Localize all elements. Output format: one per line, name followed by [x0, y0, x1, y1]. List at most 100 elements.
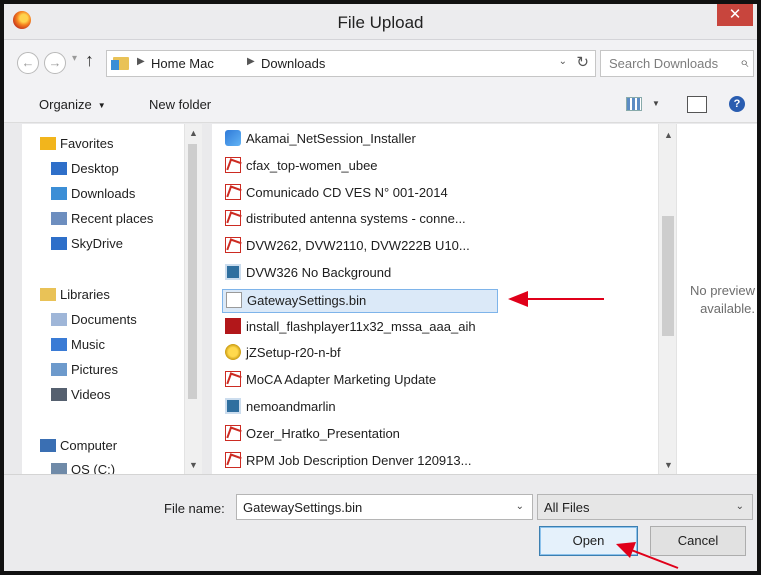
search-input[interactable]: Search Downloads ⌕ [600, 50, 754, 77]
annotation-arrow-selected-file [508, 291, 604, 307]
file-list-scroll-thumb[interactable] [662, 216, 674, 336]
image-icon [225, 398, 241, 414]
file-list-scrollbar[interactable]: ▲ ▼ [658, 124, 676, 474]
chevron-down-icon: ▼ [97, 101, 106, 111]
file-row[interactable]: Ozer_Hratko_Presentation [222, 423, 502, 447]
pdf-icon [225, 451, 241, 468]
file-row[interactable]: DVW262, DVW2110, DVW222B U10... [222, 235, 502, 259]
sidebar-item-label: Libraries [60, 287, 110, 302]
scroll-down-icon[interactable]: ▼ [664, 460, 673, 470]
change-view-icon[interactable] [626, 97, 642, 111]
file-name: jZSetup-r20-n-bf [246, 345, 341, 361]
sidebar-item[interactable]: Libraries [40, 287, 110, 307]
file-row[interactable]: nemoandmarlin [222, 396, 502, 420]
refresh-icon[interactable]: ↻ [576, 53, 589, 71]
videos-icon [51, 388, 67, 401]
file-row[interactable]: Akamai_NetSession_Installer [222, 128, 502, 152]
address-dropdown-chevron-icon[interactable]: ⌄ [559, 56, 567, 67]
sidebar-item[interactable]: Pictures [51, 362, 118, 382]
organize-label: Organize [39, 97, 92, 112]
breadcrumb-home-mac[interactable]: Home Mac [151, 56, 214, 71]
file-name: RPM Job Description Denver 120913... [246, 452, 472, 468]
forward-button[interactable]: → [44, 52, 66, 74]
view-options-chevron-icon[interactable]: ▼ [652, 99, 660, 108]
help-icon[interactable]: ? [729, 96, 745, 112]
dialog-title: File Upload [337, 13, 424, 32]
file-name-field[interactable]: GatewaySettings.bin ⌄ [236, 494, 533, 520]
file-name: install_flashplayer11x32_mssa_aaa_aih [246, 318, 476, 334]
title-bar: File Upload ✕ [4, 4, 757, 40]
sidebar-item[interactable]: Downloads [51, 186, 135, 206]
desktop-icon [51, 162, 67, 175]
file-name-value: GatewaySettings.bin [243, 500, 363, 515]
sidebar-item-label: Music [71, 337, 105, 352]
app-icon [225, 130, 241, 146]
preview-pane-icon[interactable] [687, 96, 707, 113]
pictures-icon [51, 363, 67, 376]
file-row-selected[interactable]: GatewaySettings.bin [222, 288, 498, 313]
close-button[interactable]: ✕ [717, 4, 753, 26]
file-name-label: File name: [164, 501, 225, 516]
downloads-icon [51, 187, 67, 200]
back-button[interactable]: ← [17, 52, 39, 74]
pdf-icon [225, 183, 241, 200]
file-row[interactable]: distributed antenna systems - conne... [222, 208, 502, 232]
sidebar-item-label: Pictures [71, 362, 118, 377]
sidebar-item[interactable]: Favorites [40, 136, 113, 156]
file-name: DVW262, DVW2110, DVW222B U10... [246, 238, 470, 254]
address-bar[interactable]: ▶ Home Mac ▶ Downloads ⌄ ↻ [106, 50, 596, 77]
setup-icon [225, 344, 241, 361]
navigation-scroll-thumb[interactable] [188, 144, 197, 399]
organize-menu-button[interactable]: Organize ▼ [39, 97, 106, 112]
file-row[interactable]: cfax_top-women_ubee [222, 155, 502, 179]
chevron-down-icon: ⌄ [735, 501, 744, 512]
sidebar-item[interactable]: Videos [51, 387, 111, 407]
breadcrumb-separator-icon: ▶ [247, 56, 255, 67]
file-row[interactable]: Comunicado CD VES N° 001-2014 [222, 182, 502, 206]
address-row: ← → ▾ ↑ ▶ Home Mac ▶ Downloads ⌄ ↻ Searc… [4, 40, 757, 86]
scroll-up-icon[interactable]: ▲ [189, 128, 198, 138]
navigation-pane: Favorites Desktop Downloads Recent places Sk… [22, 124, 202, 474]
sidebar-item-label: Computer [60, 438, 118, 453]
breadcrumb-downloads[interactable]: Downloads [261, 56, 325, 71]
sidebar-item[interactable]: Music [51, 337, 105, 357]
file-name: Ozer_Hratko_Presentation [246, 425, 400, 441]
navigation-scrollbar[interactable]: ▲ ▼ [184, 124, 202, 474]
sidebar-item[interactable]: Documents [51, 312, 137, 332]
file-row[interactable]: jZSetup-r20-n-bf [222, 342, 502, 366]
file-row[interactable]: install_flashplayer11x32_mssa_aaa_aih [222, 316, 502, 340]
new-folder-button[interactable]: New folder [149, 97, 211, 112]
file-name: GatewaySettings.bin [247, 292, 367, 308]
sidebar-item[interactable]: Desktop [51, 161, 119, 181]
file-name: cfax_top-women_ubee [246, 157, 378, 173]
preview-pane: No preview available. [676, 124, 757, 474]
file-row[interactable]: MoCA Adapter Marketing Update [222, 369, 502, 393]
drive-icon [51, 463, 67, 474]
scroll-up-icon[interactable]: ▲ [664, 130, 673, 140]
sidebar-item-label: Favorites [60, 136, 114, 151]
documents-icon [51, 313, 67, 326]
file-name: Comunicado CD VES N° 001-2014 [246, 184, 448, 200]
file-name-dropdown-chevron-icon[interactable]: ⌄ [516, 501, 524, 512]
sidebar-item[interactable]: Recent places [51, 211, 153, 231]
up-arrow-icon[interactable]: ↑ [85, 50, 94, 71]
music-icon [51, 338, 67, 351]
search-icon[interactable]: ⌕ [740, 54, 748, 71]
pdf-icon [225, 424, 241, 441]
libraries-icon [40, 288, 56, 301]
sidebar-item-label: Videos [71, 387, 111, 402]
sidebar-item[interactable]: Computer [40, 438, 117, 458]
file-row[interactable]: RPM Job Description Denver 120913... [222, 450, 502, 474]
command-toolbar: Organize ▼ New folder ▼ ? [4, 86, 757, 123]
pdf-icon [225, 210, 241, 227]
image-icon [225, 264, 241, 280]
recent-locations-chevron-icon[interactable]: ▾ [72, 53, 77, 64]
sidebar-item[interactable]: OS (C:) [51, 462, 115, 474]
file-row[interactable]: DVW326 No Background [222, 262, 502, 286]
pdf-icon [225, 237, 241, 254]
file-type-value: All Files [544, 500, 590, 515]
file-type-select[interactable]: All Files ⌄ [537, 494, 753, 520]
scroll-down-icon[interactable]: ▼ [189, 460, 198, 470]
file-icon [226, 291, 242, 308]
sidebar-item[interactable]: SkyDrive [51, 236, 123, 256]
